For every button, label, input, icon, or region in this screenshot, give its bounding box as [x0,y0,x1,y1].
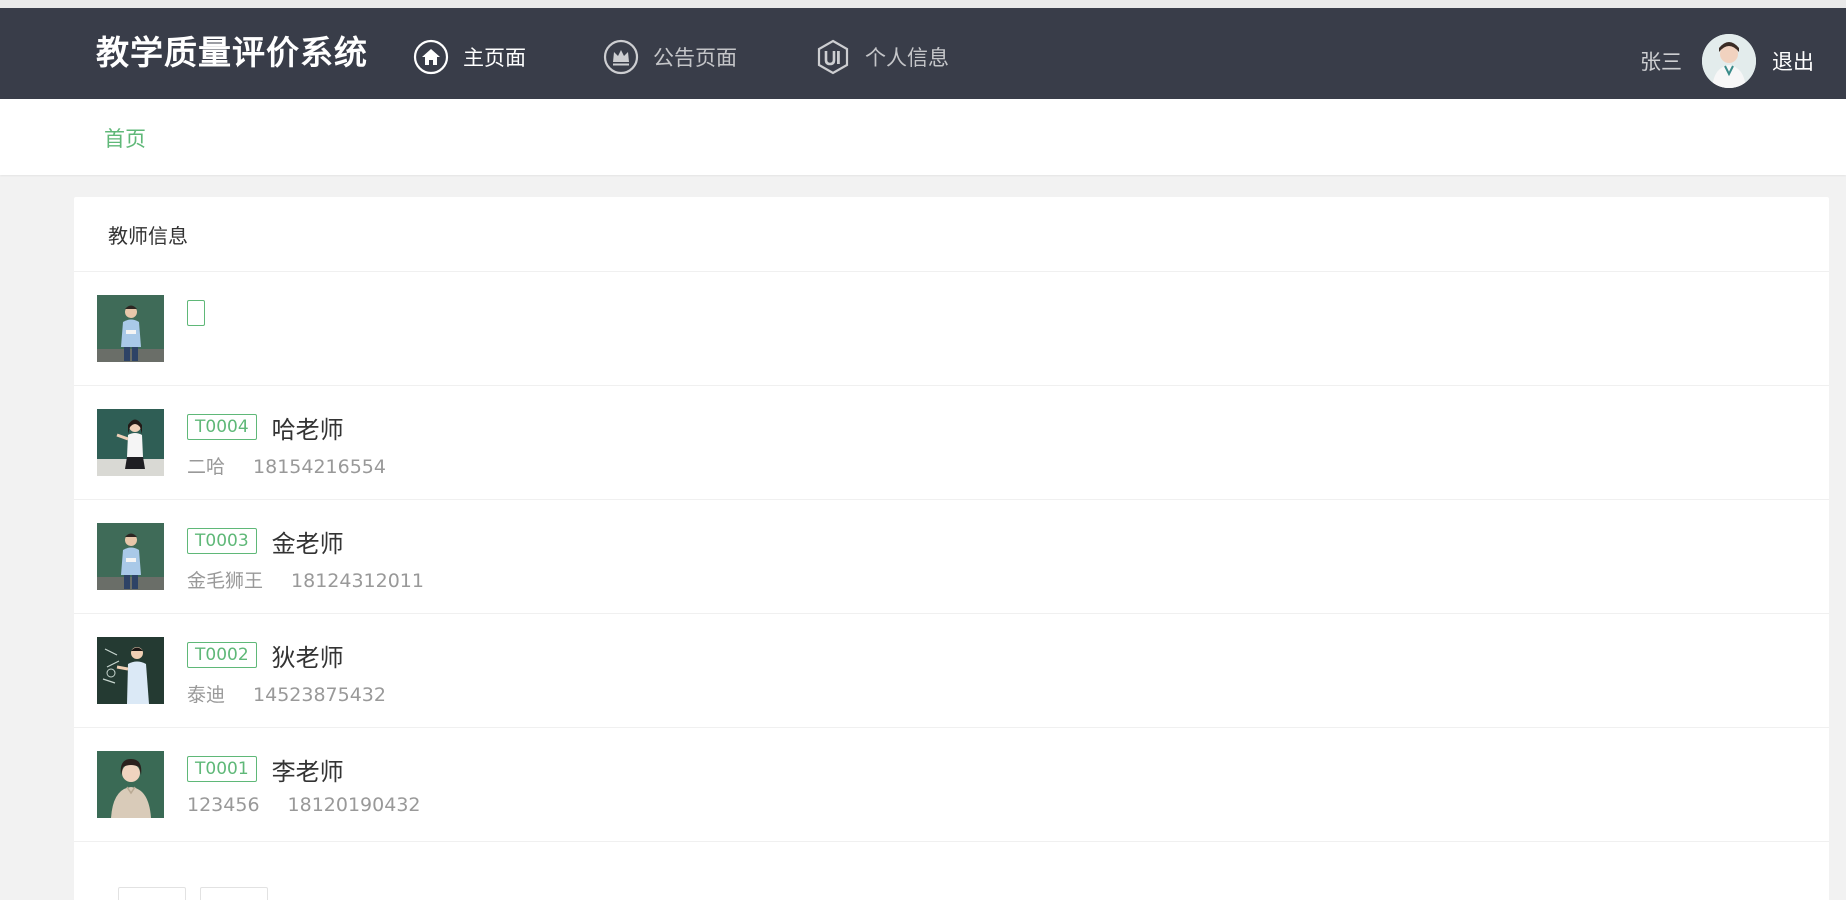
teacher-list-card: 教师信息 T0004 哈老师 二哈 18154216554 T0003 金老师 … [74,197,1829,900]
breadcrumb: 首页 [0,99,1846,175]
teacher-phone: 18154216554 [253,456,386,478]
pagination-page-button[interactable] [200,887,268,900]
teacher-id-tag: T0002 [187,642,257,668]
nav-item-label: 个人信息 [865,46,949,70]
card-header: 教师信息 [74,197,1829,272]
teacher-photo [97,409,164,476]
nav-item-label: 公告页面 [653,46,737,70]
teacher-name: 哈老师 [271,415,344,444]
nav-item-label: 主页面 [463,46,526,70]
user-area: 张三 退出 [1640,33,1814,89]
card-title: 教师信息 [108,223,188,248]
teacher-photo [97,751,164,818]
teacher-info: T0002 狄老师 泰迪 14523875432 [187,640,386,707]
nav-item-notice[interactable]: 公告页面 [603,35,737,79]
top-nav-bar: 教学质量评价系统 主页面 公告页面 个人信息 张三 退出 [0,0,1846,99]
app-title: 教学质量评价系统 [96,33,368,72]
teacher-info: T0003 金老师 金毛狮王 18124312011 [187,526,424,593]
teacher-info [187,298,220,328]
user-avatar[interactable] [1702,34,1756,88]
teacher-info: T0001 李老师 123456 18120190432 [187,754,421,816]
teacher-list-item[interactable]: T0001 李老师 123456 18120190432 [74,728,1829,842]
teacher-phone: 14523875432 [253,684,386,706]
breadcrumb-home-link[interactable]: 首页 [104,123,146,153]
crown-icon [603,39,639,75]
teacher-name: 狄老师 [271,643,344,672]
teacher-info: T0004 哈老师 二哈 18154216554 [187,412,386,479]
nav-item-home[interactable]: 主页面 [413,35,526,79]
pagination [118,887,282,900]
teacher-username: 123456 [187,794,260,816]
teacher-id-tag [187,300,205,326]
teacher-id-tag: T0004 [187,414,257,440]
teacher-list-item[interactable] [74,272,1829,386]
teacher-photo [97,295,164,362]
teacher-username: 二哈 [187,456,226,478]
teacher-name: 李老师 [271,757,344,786]
home-icon [413,39,449,75]
teacher-list-item[interactable]: T0002 狄老师 泰迪 14523875432 [74,614,1829,728]
teacher-list-item[interactable]: T0004 哈老师 二哈 18154216554 [74,386,1829,500]
teacher-username: 金毛狮王 [187,570,264,592]
nav-item-profile[interactable]: 个人信息 [815,35,949,79]
teacher-id-tag: T0001 [187,756,257,782]
teacher-list-item[interactable]: T0003 金老师 金毛狮王 18124312011 [74,500,1829,614]
teacher-username: 泰迪 [187,684,226,706]
pagination-prev-button[interactable] [118,887,186,900]
teacher-id-tag: T0003 [187,528,257,554]
teacher-phone: 18120190432 [287,794,421,816]
ui-shield-icon [815,39,851,75]
teacher-photo [97,637,164,704]
teacher-photo [97,523,164,590]
teacher-phone: 18124312011 [291,570,424,592]
logout-link[interactable]: 退出 [1772,46,1814,76]
user-name[interactable]: 张三 [1640,46,1682,76]
teacher-name: 金老师 [271,529,344,558]
